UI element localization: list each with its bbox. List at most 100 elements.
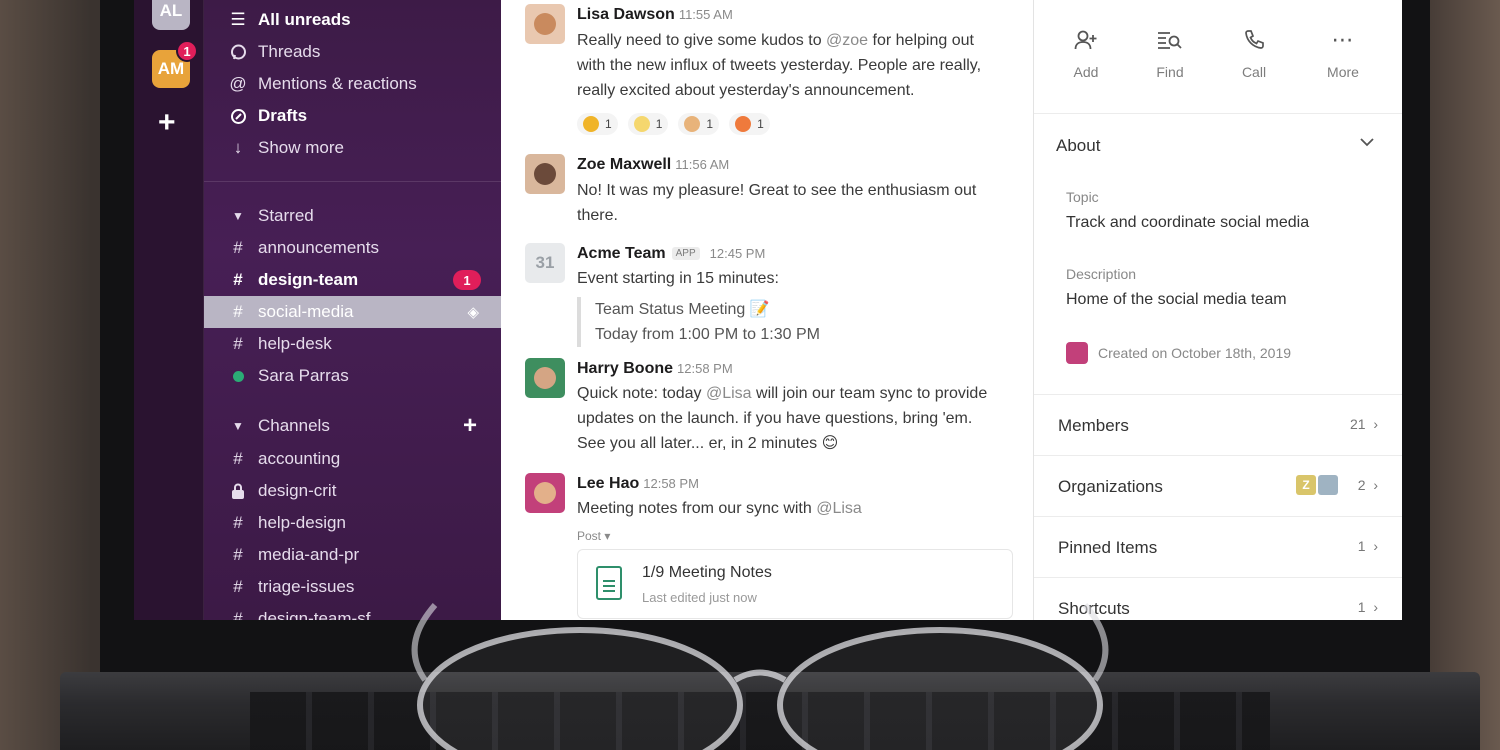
description-value[interactable]: Home of the social media team (1066, 291, 1287, 309)
sidebar-item-show-more[interactable]: ↓ Show more (204, 132, 501, 164)
add-channel-icon[interactable]: + (463, 412, 477, 440)
organizations-row[interactable]: Organizations Z 2 › (1058, 475, 1378, 497)
message-acme-team: 31 Acme Team APP 12:45 PM Event starting i… (525, 243, 1025, 347)
topic-label: Topic (1066, 189, 1099, 205)
sidebar-item-label: announcements (258, 238, 379, 257)
topic-value[interactable]: Track and coordinate social media (1066, 214, 1309, 232)
add-workspace-button[interactable]: + (158, 106, 176, 140)
reaction-heart-eyes[interactable]: 1 (729, 113, 770, 135)
sidebar-item-design-team-sf[interactable]: # design-team-sf (204, 603, 501, 620)
all-unreads-icon: ☰ (230, 10, 246, 29)
sidebar-item-label: design-team-sf (258, 609, 371, 620)
row-count: 2 › (1357, 477, 1378, 493)
action-label: Call (1241, 64, 1267, 80)
channel-details-panel: Add Find Call ⋯ More About Topic Track a… (1034, 0, 1402, 620)
divider (1034, 113, 1402, 114)
sidebar-item-label: Threads (258, 42, 321, 61)
reaction-sparkles[interactable]: 1 (627, 113, 669, 135)
about-section-title[interactable]: About (1056, 136, 1100, 156)
event-quote[interactable]: Team Status Meeting 📝 Today from 1:00 PM… (577, 297, 1025, 347)
reaction-clapping-hands[interactable]: 1 (678, 113, 720, 135)
sidebar-item-accounting[interactable]: # accounting (204, 443, 501, 475)
shared-channel-icon: ◈ (467, 304, 479, 321)
sidebar-item-all-unreads[interactable]: ☰ All unreads (204, 4, 501, 36)
mention-zoe[interactable]: @zoe (826, 32, 868, 49)
workspace-al[interactable]: AL (152, 0, 190, 30)
sidebar-item-label: design-team (258, 270, 359, 289)
hash-icon: # (233, 449, 243, 468)
section-starred[interactable]: ▼ Starred (204, 200, 501, 232)
message-time[interactable]: 12:58 PM (643, 476, 699, 491)
avatar[interactable] (525, 473, 565, 513)
sidebar-item-help-design[interactable]: # help-design (204, 507, 501, 539)
sidebar-item-announcements[interactable]: # announcements (204, 232, 501, 264)
creator-avatar[interactable] (1066, 342, 1088, 364)
sidebar-item-mentions[interactable]: @ Mentions & reactions (204, 68, 501, 100)
message-author[interactable]: Lee Hao (577, 475, 639, 492)
event-time: Today from 1:00 PM to 1:30 PM (595, 326, 820, 343)
message-text-line: See you all later... er, in 2 minutes 😊 (577, 435, 839, 452)
sidebar-item-media-and-pr[interactable]: # media-and-pr (204, 539, 501, 571)
sidebar-item-help-desk[interactable]: # help-desk (204, 328, 501, 360)
pinned-items-row[interactable]: Pinned Items 1 › (1058, 538, 1378, 558)
sidebar-item-label: All unreads (258, 10, 351, 29)
message-time[interactable]: 12:45 PM (710, 246, 766, 261)
sidebar-item-sara-parras[interactable]: Sara Parras (204, 360, 501, 392)
message-list[interactable]: Lisa Dawson 11:55 AM Really need to give … (501, 0, 1034, 620)
sidebar-item-triage-issues[interactable]: # triage-issues (204, 571, 501, 603)
more-action-button[interactable]: ⋯ More (1313, 22, 1373, 80)
reaction-party-popper[interactable]: 1 (577, 113, 618, 135)
avatar[interactable] (525, 358, 565, 398)
call-action-button[interactable]: Call (1224, 22, 1284, 80)
mention-lisa[interactable]: @Lisa (816, 500, 862, 517)
created-text: Created on October 18th, 2019 (1098, 345, 1292, 361)
laptop-keyboard (60, 672, 1480, 750)
attachment-title: 1/9 Meeting Notes (642, 564, 772, 581)
message-author[interactable]: Lisa Dawson (577, 6, 675, 23)
sidebar-item-social-media[interactable]: # social-media ◈ (204, 296, 501, 328)
divider (1034, 516, 1402, 517)
sidebar-item-label: social-media (258, 302, 354, 321)
chevron-down-icon[interactable] (1360, 134, 1374, 152)
sidebar-item-design-crit[interactable]: design-crit (204, 475, 501, 507)
divider (1034, 577, 1402, 578)
post-attachment[interactable]: 1/9 Meeting Notes Last edited just now (577, 549, 1013, 619)
message-author[interactable]: Harry Boone (577, 360, 673, 377)
avatar[interactable] (525, 4, 565, 44)
section-title: Starred (258, 206, 314, 225)
sidebar-item-threads[interactable]: Threads (204, 36, 501, 68)
message-time[interactable]: 11:55 AM (679, 7, 733, 22)
sidebar: ☰ All unreads Threads @ Mentions & react… (204, 0, 501, 620)
section-channels[interactable]: ▼ Channels + (204, 410, 501, 442)
message-time[interactable]: 11:56 AM (675, 157, 729, 172)
post-label[interactable]: Post ▾ (577, 529, 1025, 543)
calendar-icon[interactable]: 31 (525, 243, 565, 283)
sidebar-item-label: Drafts (258, 106, 308, 125)
message-lisa-dawson: Lisa Dawson 11:55 AM Really need to give … (525, 4, 1025, 135)
shortcuts-row[interactable]: Shortcuts 1 › (1058, 599, 1378, 619)
mention-lisa[interactable]: @Lisa (706, 385, 752, 402)
message-text-line: No! It was my pleasure! Great to see the… (577, 182, 977, 199)
presence-dot-icon (226, 370, 250, 382)
message-text-line: really excited about yesterday's announc… (577, 82, 915, 99)
message-author[interactable]: Acme Team (577, 245, 666, 262)
message-author[interactable]: Zoe Maxwell (577, 156, 671, 173)
sidebar-item-label: design-crit (258, 481, 337, 500)
more-icon: ⋯ (1331, 27, 1355, 52)
row-count: 21 › (1349, 416, 1378, 432)
message-time[interactable]: 12:58 PM (677, 361, 733, 376)
workspace-badge: 1 (176, 40, 198, 62)
sidebar-item-label: accounting (258, 449, 341, 468)
sidebar-item-drafts[interactable]: Drafts (204, 100, 501, 132)
message-text-line: with the new influx of tweets yesterday.… (577, 57, 982, 74)
sidebar-item-label: media-and-pr (258, 545, 360, 564)
drafts-icon (226, 108, 250, 125)
sidebar-item-design-team[interactable]: # design-team 1 (204, 264, 501, 296)
avatar[interactable] (525, 154, 565, 194)
find-action-button[interactable]: Find (1140, 22, 1200, 80)
message-text-line: there. (577, 207, 618, 224)
hash-icon: # (233, 609, 243, 620)
row-count: 1 › (1357, 599, 1378, 615)
members-row[interactable]: Members 21 › (1058, 416, 1378, 436)
add-action-button[interactable]: Add (1056, 22, 1116, 80)
